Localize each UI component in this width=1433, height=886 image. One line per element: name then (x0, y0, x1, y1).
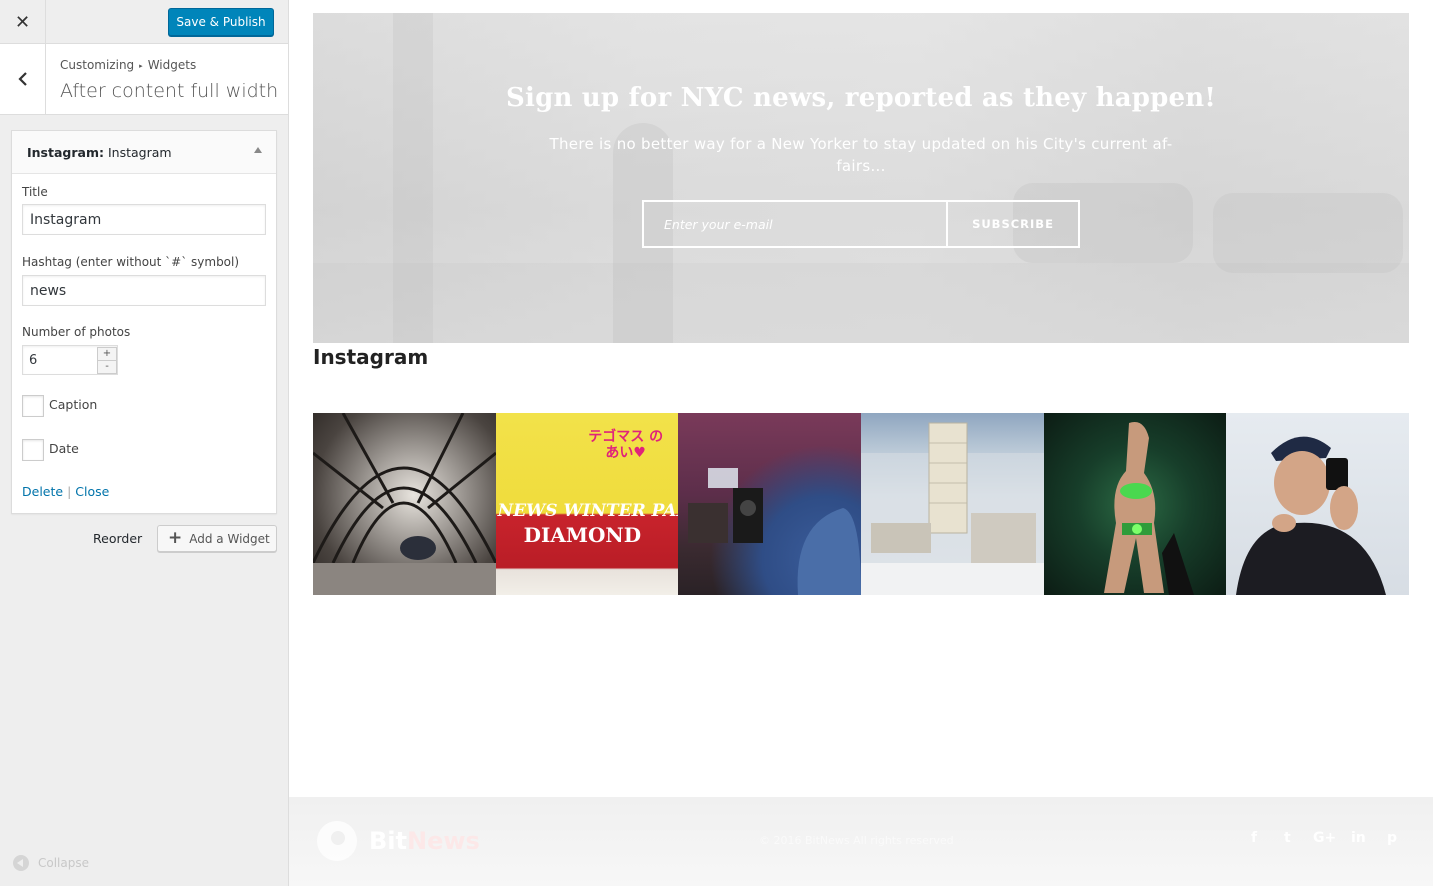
add-widget-label: Add a Widget (189, 531, 270, 546)
reorder-button[interactable]: Reorder (93, 531, 142, 546)
logo-text-bit: Bit (369, 827, 407, 855)
logo-icon (317, 821, 357, 861)
close-link[interactable]: Close (75, 484, 109, 499)
tunnel-graphic (313, 413, 496, 595)
instagram-photo-studio[interactable] (678, 413, 861, 595)
delete-link[interactable]: Delete (22, 484, 63, 499)
hero-title: Sign up for NYC news, reported as they h… (506, 83, 1216, 113)
widget-header[interactable]: Instagram: Instagram (12, 131, 276, 174)
decrement-button[interactable]: - (97, 360, 117, 374)
hashtag-label: Hashtag (enter without `#` symbol) (22, 255, 240, 269)
add-widget-button[interactable]: + Add a Widget (157, 525, 277, 552)
pinterest-icon[interactable]: p (1387, 830, 1397, 846)
site-footer: Bit News © 2016 BitNews All rights reserv… (289, 797, 1433, 886)
section-title: After content full width ... (60, 80, 282, 102)
site-logo[interactable]: Bit News (317, 821, 480, 861)
collapse-icon (13, 855, 29, 871)
facebook-icon[interactable]: f (1251, 830, 1257, 846)
selfie-graphic (1236, 436, 1387, 595)
subscribe-button[interactable]: SUBSCRIBE (946, 200, 1080, 248)
sign-japanese-text: テゴマス の あい♥ (588, 429, 664, 461)
studio-graphic (688, 468, 861, 595)
background-street (313, 263, 1409, 343)
back-button[interactable] (0, 44, 46, 114)
breadcrumb: Customizing ▸ Widgets (60, 58, 196, 72)
close-icon: ✕ (14, 11, 31, 33)
widget-title: Instagram: Instagram (27, 145, 172, 160)
photos-count-label: Number of photos (22, 325, 131, 339)
instagram-feed: テゴマス の あい♥ NEWS WINTER PARTY DIAMOND (313, 413, 1409, 595)
newsletter-hero: Sign up for NYC news, reported as they h… (313, 13, 1409, 343)
instagram-heading: Instagram (313, 345, 429, 369)
collapse-arrow-icon[interactable] (254, 147, 262, 153)
caption-checkbox[interactable] (22, 395, 44, 417)
section-header: Customizing ▸ Widgets After content full w… (0, 44, 288, 115)
google-plus-icon[interactable]: G+ (1313, 830, 1336, 846)
logo-text-news: News (407, 827, 480, 855)
background-taxi (1213, 193, 1403, 273)
sign-line-two: NEWS WINTER PARTY (497, 501, 679, 521)
date-checkbox[interactable] (22, 439, 44, 461)
twitter-icon[interactable]: t (1284, 830, 1291, 846)
title-label: Title (22, 185, 48, 199)
instagram-photo-sign[interactable]: テゴマス の あい♥ NEWS WINTER PARTY DIAMOND (495, 413, 679, 595)
customizer-panel: ✕ Save & Publish Customizing ▸ Widgets Aft… (0, 0, 289, 886)
sign-line-three: DIAMOND (523, 523, 642, 547)
hero-text: There is no better way for a New Yorker … (549, 135, 1173, 175)
instagram-widget: Instagram: Instagram Title Instagram Has… (11, 130, 277, 514)
instagram-photo-tunnel[interactable] (313, 413, 496, 595)
chevron-left-icon (17, 72, 27, 86)
caption-label: Caption (49, 397, 98, 412)
instagram-photo-selfie[interactable] (1226, 413, 1409, 595)
widget-actions: Delete | Close (22, 484, 109, 499)
costume-graphic (1103, 422, 1194, 595)
widget-type: Instagram: (27, 145, 104, 160)
date-label: Date (49, 441, 79, 456)
collapse-label: Collapse (38, 856, 89, 870)
linkedin-icon[interactable]: in (1351, 830, 1366, 846)
copyright-text: © 2016 BitNews All rights reserved (759, 834, 954, 847)
link-separator: | (67, 484, 72, 499)
collapse-button[interactable]: Collapse (13, 855, 89, 871)
city-graphic (860, 422, 1044, 595)
widget-name: Instagram (107, 145, 172, 160)
close-button[interactable]: ✕ (0, 0, 46, 44)
plus-icon: + (168, 528, 183, 548)
breadcrumb-current: Widgets (147, 58, 197, 72)
breadcrumb-separator: ▸ (139, 62, 143, 70)
customizer-header: ✕ Save & Publish (0, 0, 288, 44)
hashtag-input[interactable]: news (22, 275, 266, 306)
breadcrumb-root: Customizing (60, 58, 135, 72)
increment-button[interactable]: + (97, 347, 117, 361)
email-input[interactable]: Enter your e-mail (642, 200, 948, 248)
save-publish-button[interactable]: Save & Publish (168, 8, 274, 36)
title-input[interactable]: Instagram (22, 204, 266, 235)
instagram-photo-city[interactable] (860, 413, 1044, 595)
instagram-photo-costume[interactable] (1043, 413, 1227, 595)
